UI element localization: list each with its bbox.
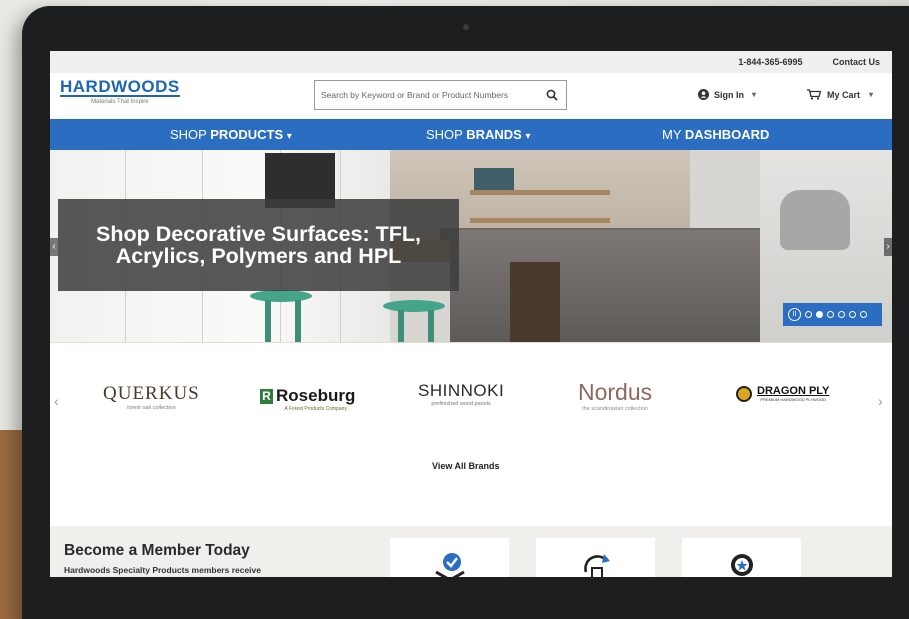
hero-stool-leg	[398, 310, 404, 342]
webcam	[463, 24, 469, 30]
chevron-down-icon: ▾	[869, 90, 874, 99]
sign-in-label: Sign In	[714, 89, 744, 100]
carousel-dot[interactable]	[827, 311, 834, 318]
brand-tag: prefinished wood panels	[431, 401, 491, 407]
chevron-down-icon: ▾	[525, 131, 531, 142]
hero-stool	[383, 300, 445, 312]
hero-counter-shelf	[510, 262, 560, 342]
brand-name: Roseburg	[276, 386, 356, 405]
member-subtitle: Hardwoods Specialty Products members rec…	[64, 565, 261, 575]
nav-shop-products-label: PRODUCTS	[210, 127, 284, 142]
hero-stool-leg	[428, 310, 434, 342]
carousel-next-button[interactable]: ›	[884, 238, 892, 256]
hero-counter	[450, 230, 780, 342]
nav-dashboard-label: DASHBOARD	[684, 127, 770, 142]
carousel-dot[interactable]	[849, 311, 856, 318]
brand-prev-arrow[interactable]: ‹	[54, 393, 59, 409]
brand-tag: forest oak collection	[127, 405, 176, 411]
brand-logo-dragon-ply[interactable]: DRAGON PLY PREMIUM HARDWOOD PLYWOOD	[736, 385, 829, 402]
brand-logo-nordus[interactable]: Nordus the scandinavian collection	[578, 379, 652, 412]
brand-name: Nordus	[578, 379, 653, 405]
nav-my-dashboard[interactable]: MY DASHBOARD	[662, 127, 769, 142]
main-nav: SHOP PRODUCTS ▾ SHOP BRANDS ▾ MY DASHBOA…	[50, 119, 892, 150]
nav-shop-brands-label: BRANDS	[466, 127, 522, 142]
search-box	[314, 80, 567, 110]
nav-shop-products[interactable]: SHOP PRODUCTS ▾	[170, 127, 292, 142]
brand-next-arrow[interactable]: ›	[878, 393, 883, 409]
nav-shop-brands-prefix: SHOP	[426, 127, 467, 142]
hero-caption[interactable]: Shop Decorative Surfaces: TFL, Acrylics,…	[58, 199, 459, 291]
hero-books	[474, 168, 514, 190]
brand-tag: the scandinavian collection	[582, 406, 648, 412]
nav-shop-products-prefix: SHOP	[170, 127, 211, 142]
roseburg-mark-icon: R	[260, 388, 273, 404]
contact-us-link[interactable]: Contact Us	[832, 57, 880, 67]
checkmark-badge-icon	[435, 553, 465, 577]
carousel-dot[interactable]	[860, 311, 867, 318]
search-input[interactable]	[321, 90, 541, 100]
refresh-box-icon	[584, 554, 610, 577]
brand-name: QUERKUS	[103, 383, 200, 404]
carousel-controls: II	[783, 303, 882, 326]
carousel-prev-button[interactable]: ‹	[50, 238, 58, 256]
logo-tagline: Materials That Inspire	[91, 99, 149, 105]
membership-section: Become a Member Today Hardwoods Specialt…	[50, 526, 892, 577]
chevron-down-icon: ▾	[286, 131, 292, 142]
browser-screen: 1-844-365-6995 Contact Us HARDWOODS Mate…	[50, 51, 892, 577]
brand-name: SHINNOKI	[418, 381, 505, 400]
hero-shelf	[470, 190, 610, 195]
brand-logo-shinnoki[interactable]: SHINNOKI prefinished wood panels	[418, 381, 504, 407]
hero-armchair	[780, 190, 850, 250]
view-all-brands-link[interactable]: View All Brands	[432, 461, 500, 471]
search-icon[interactable]	[546, 89, 558, 101]
benefit-card[interactable]	[682, 538, 801, 577]
carousel-dot[interactable]	[805, 311, 812, 318]
user-icon	[698, 89, 709, 100]
utility-bar: 1-844-365-6995 Contact Us	[50, 51, 892, 73]
hero-stool-leg	[265, 300, 271, 342]
cart-label: My Cart	[827, 89, 861, 100]
benefit-card[interactable]	[390, 538, 509, 577]
brand-name: DRAGON PLY	[757, 385, 830, 397]
phone-number[interactable]: 1-844-365-6995	[738, 57, 802, 67]
brand-logo-roseburg[interactable]: R Roseburg A Forest Products Company	[260, 386, 355, 412]
carousel-dot-active[interactable]	[816, 311, 823, 318]
cart-menu[interactable]: My Cart ▾	[807, 89, 873, 100]
brand-tag: PREMIUM HARDWOOD PLYWOOD	[760, 397, 826, 402]
dragon-emblem-icon	[736, 385, 752, 402]
logo-wordmark: HARDWOODS	[60, 77, 180, 97]
site-logo[interactable]: HARDWOODS Materials That Inspire	[60, 78, 180, 105]
award-seal-icon	[731, 554, 753, 576]
brand-tag: A Forest Products Company	[284, 406, 347, 412]
carousel-dot[interactable]	[838, 311, 845, 318]
benefit-card[interactable]	[536, 538, 655, 577]
chevron-down-icon: ▾	[752, 90, 757, 99]
brand-logo-querkus[interactable]: QUERKUS forest oak collection	[103, 383, 200, 411]
hero-stool-leg	[295, 300, 301, 342]
hero-shelf	[470, 218, 610, 223]
hero-carousel[interactable]: Shop Decorative Surfaces: TFL, Acrylics,…	[50, 150, 892, 342]
hero-stool	[250, 290, 312, 302]
site-header: HARDWOODS Materials That Inspire Sign In…	[50, 73, 892, 119]
cart-icon	[807, 89, 821, 100]
brand-carousel: ‹ QUERKUS forest oak collection R Rosebu…	[50, 342, 892, 526]
nav-my-prefix: MY	[662, 127, 685, 142]
member-title: Become a Member Today	[64, 542, 250, 559]
sign-in-menu[interactable]: Sign In ▾	[698, 89, 756, 100]
nav-shop-brands[interactable]: SHOP BRANDS ▾	[426, 127, 531, 142]
pause-icon[interactable]: II	[788, 308, 801, 321]
